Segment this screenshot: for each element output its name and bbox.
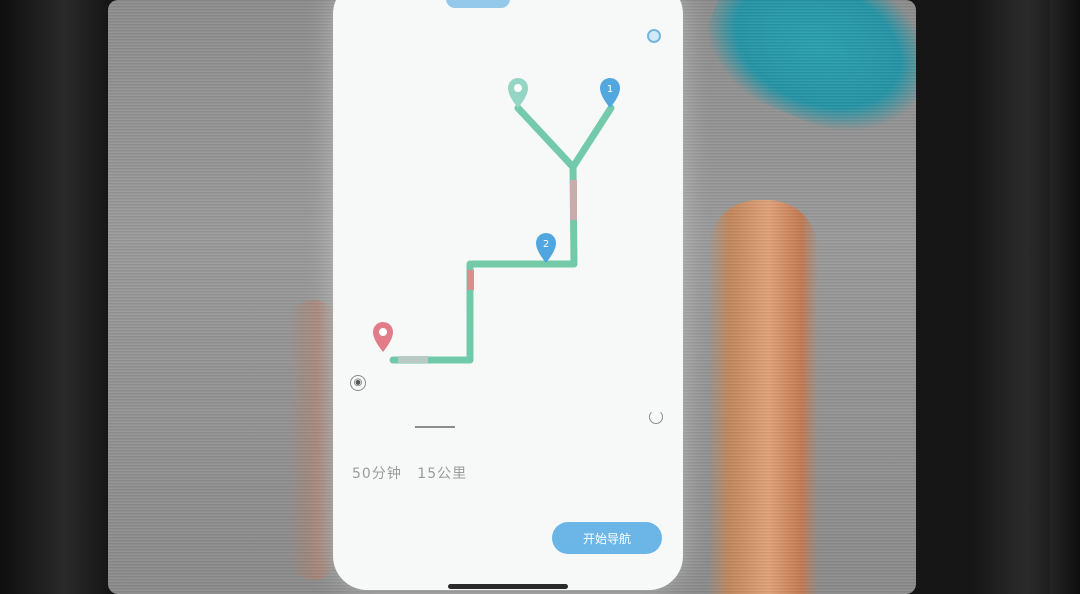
route-options-row: [333, 410, 683, 434]
route-summary: 50分钟 15公里: [352, 463, 477, 483]
blurred-background-shape: [687, 0, 916, 156]
traffic-segment-light: [398, 356, 428, 363]
route-duration: 50分钟: [352, 466, 402, 482]
traffic-segment-congested: [467, 270, 474, 290]
route-distance: 15公里: [417, 466, 468, 482]
map-layer-button[interactable]: [647, 29, 661, 43]
route-option-selected[interactable]: [415, 412, 455, 428]
left-hand-blur: [288, 300, 338, 580]
waypoint-2-marker[interactable]: 2: [536, 233, 556, 263]
route-line-branch: [569, 104, 615, 171]
origin-marker[interactable]: [373, 322, 393, 352]
refresh-icon[interactable]: [649, 410, 663, 424]
crosshair-icon[interactable]: ◉: [350, 375, 366, 391]
hand-pointing: [708, 200, 818, 594]
route-map[interactable]: 1 2: [333, 0, 683, 380]
phone-navigation-app: 1 2 ◉ 50分钟 15公里 开始导航: [333, 0, 683, 590]
waypoint-2-label: 2: [543, 239, 549, 250]
bezel-right-edge: [1050, 0, 1080, 594]
waypoint-1-marker[interactable]: 1: [600, 78, 620, 108]
waypoint-1-label: 1: [607, 84, 613, 95]
home-indicator[interactable]: [448, 584, 568, 589]
destination-marker[interactable]: [508, 78, 528, 108]
traffic-segment-slow: [570, 180, 577, 220]
bottom-action-row: 开始导航: [333, 522, 683, 556]
start-navigation-button[interactable]: 开始导航: [552, 522, 662, 554]
